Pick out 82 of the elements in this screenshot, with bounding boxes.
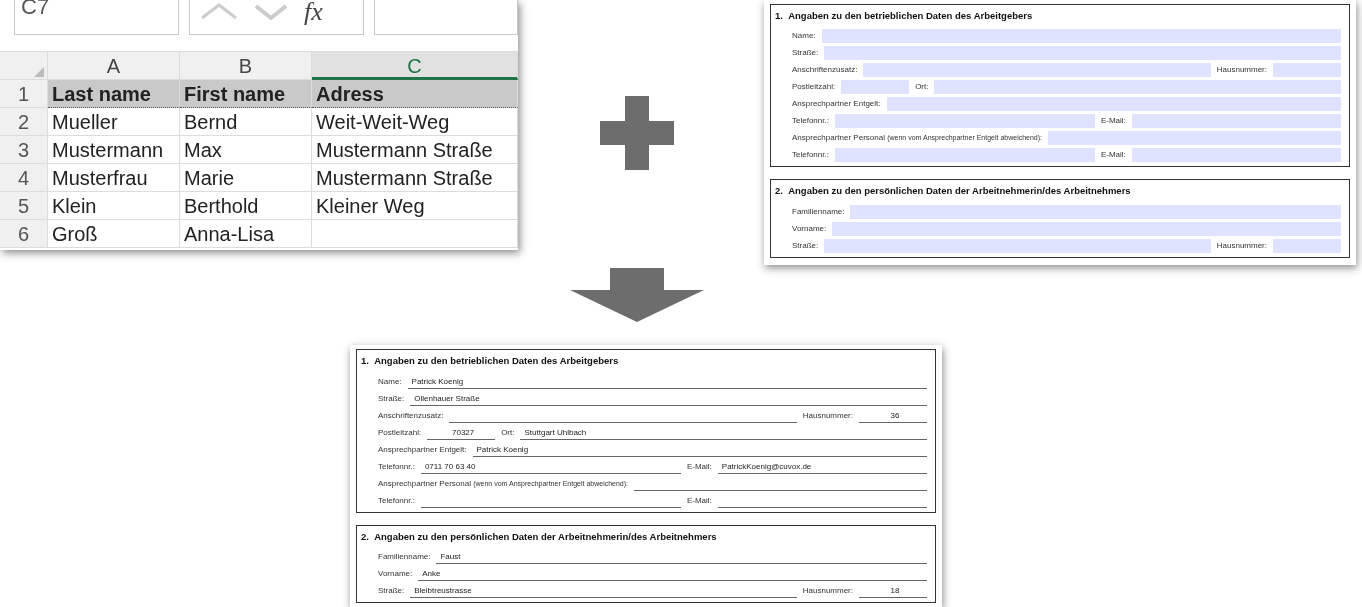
- section-title: 1. Angaben zu den betrieblichen Daten des Arbeitgebers: [361, 354, 620, 369]
- section-title: 1. Angaben zu den betrieblichen Daten des Arbeitgebers: [775, 9, 1034, 23]
- field-label: Telefonnr.:: [792, 149, 829, 162]
- field-label: Straße:: [378, 392, 405, 405]
- field-label: Postleitzahl:: [792, 81, 836, 94]
- input-field[interactable]: 18: [859, 583, 927, 598]
- column-header[interactable]: A: [48, 52, 180, 80]
- row-number[interactable]: 1: [0, 80, 48, 108]
- function-label[interactable]: fx: [304, 0, 323, 31]
- section-title: 2. Angaben zu den persönlichen Daten der Arbeitnehmerin/des Arbeitnehmers: [775, 184, 1132, 199]
- input-field[interactable]: [1131, 114, 1341, 129]
- input-field[interactable]: [934, 80, 1341, 95]
- field-label: Telefonnr.:: [378, 494, 415, 507]
- table-cell: Groß: [48, 220, 180, 248]
- field-label: Hausnummer:: [1216, 239, 1267, 252]
- field-label: Straße:: [792, 239, 819, 252]
- field-label: Ort:: [501, 426, 515, 439]
- row-number[interactable]: 5: [0, 192, 48, 220]
- column-header[interactable]: B: [180, 52, 312, 80]
- input-field[interactable]: [1273, 63, 1341, 78]
- input-field[interactable]: 36: [859, 408, 927, 423]
- field-label: Anschriftenzusatz:: [378, 409, 444, 422]
- input-field[interactable]: [886, 97, 1341, 112]
- column-header[interactable]: C: [312, 52, 518, 80]
- formula-input[interactable]: [374, 0, 518, 35]
- input-field[interactable]: [821, 29, 1341, 44]
- row-number[interactable]: 2: [0, 108, 48, 136]
- field-label: Postleitzahl:: [378, 426, 422, 439]
- input-field[interactable]: [824, 46, 1341, 61]
- field-label: Anschriftenzusatz:: [792, 64, 858, 77]
- field-label: E-Mail:: [686, 460, 712, 473]
- input-field[interactable]: [834, 148, 1095, 163]
- input-field[interactable]: 70327: [427, 425, 496, 440]
- table-cell: First name: [180, 80, 312, 108]
- input-field[interactable]: Bleibtreustrasse: [410, 583, 797, 598]
- input-field[interactable]: Ollenhauer Straße: [410, 391, 927, 406]
- input-field[interactable]: [850, 204, 1341, 219]
- input-field[interactable]: Patrick Koenig: [407, 374, 927, 389]
- input-field[interactable]: [841, 80, 910, 95]
- down-arrow-icon: [570, 267, 704, 322]
- section-title: 2. Angaben zu den persönlichen Daten der Arbeitnehmerin/des Arbeitnehmers: [361, 529, 718, 544]
- field-label: Ort:: [915, 81, 929, 94]
- input-field[interactable]: Stuttgart Uhlbach: [520, 425, 927, 440]
- row-number[interactable]: 6: [0, 220, 48, 248]
- field-label: Ansprechpartner Entgelt:: [378, 443, 467, 456]
- input-field[interactable]: PatrickKoenig@cuvox.de: [717, 459, 927, 474]
- plus-icon: [600, 96, 674, 170]
- field-label: Telefonnr.:: [792, 115, 829, 128]
- select-all-corner[interactable]: [0, 52, 48, 80]
- input-field[interactable]: Anke: [418, 566, 927, 581]
- row-number[interactable]: 3: [0, 136, 48, 164]
- field-label: Ansprechpartner Entgelt:: [792, 98, 881, 111]
- input-field[interactable]: Faust: [436, 549, 927, 564]
- input-field[interactable]: [824, 238, 1211, 253]
- field-label: E-Mail:: [1100, 115, 1126, 128]
- input-field[interactable]: 0711 70 63 40: [420, 459, 681, 474]
- input-field[interactable]: [1048, 131, 1341, 146]
- field-label: Familienname:: [378, 550, 431, 563]
- field-label: Straße:: [792, 47, 819, 60]
- input-field[interactable]: [863, 63, 1211, 78]
- input-field[interactable]: [1131, 148, 1341, 163]
- field-label: Name:: [378, 375, 402, 388]
- field-label: E-Mail:: [686, 494, 712, 507]
- input-field[interactable]: [1273, 238, 1341, 253]
- field-label: Vorname:: [378, 567, 413, 580]
- field-label: Straße:: [378, 584, 405, 597]
- field-label: Hausnummer:: [802, 584, 853, 597]
- input-field[interactable]: [834, 114, 1095, 129]
- row-number[interactable]: 4: [0, 164, 48, 192]
- field-label: Name:: [792, 30, 816, 43]
- input-field[interactable]: Patrick Koenig: [472, 442, 927, 457]
- table-cell: Anna-Lisa: [180, 220, 312, 248]
- field-label: Telefonnr.:: [378, 460, 415, 473]
- field-label: Hausnummer:: [802, 409, 853, 422]
- table-cell: Last name: [48, 80, 180, 108]
- field-label: E-Mail:: [1100, 149, 1126, 162]
- field-label: Vorname:: [792, 222, 827, 235]
- table-cell: Adress: [312, 80, 518, 108]
- input-field[interactable]: [832, 221, 1341, 236]
- field-label: Hausnummer:: [1216, 64, 1267, 77]
- corner-triangle-icon: [34, 67, 44, 77]
- field-label: Familienname:: [792, 205, 845, 218]
